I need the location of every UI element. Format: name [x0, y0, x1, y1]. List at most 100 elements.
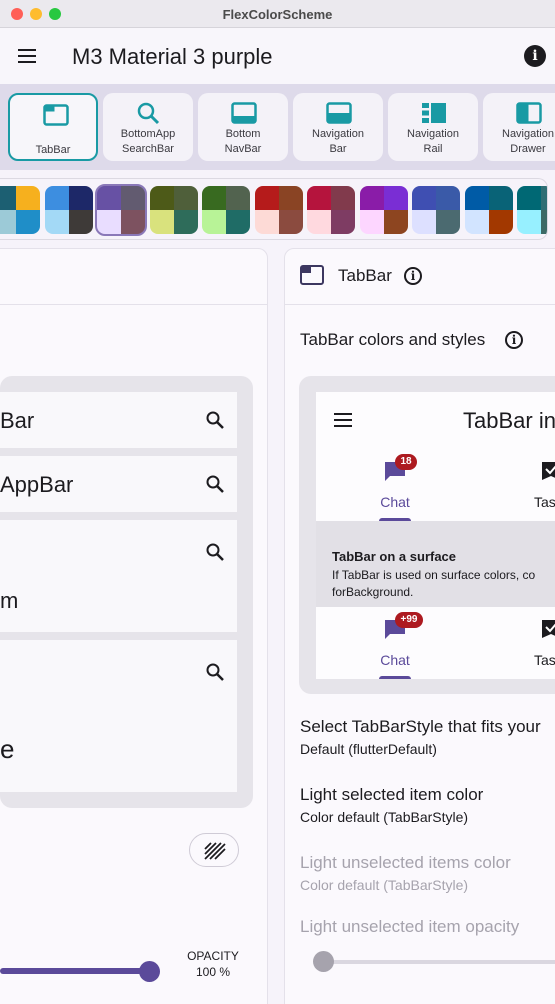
swatch-color-quadrant — [331, 210, 355, 234]
swatch-color-quadrant — [541, 210, 547, 234]
search-icon[interactable] — [205, 474, 225, 494]
swatch-color-quadrant — [121, 210, 145, 234]
theme-swatch[interactable] — [0, 186, 40, 234]
search-icon[interactable] — [205, 662, 225, 682]
tabbar-icon — [300, 265, 324, 285]
tab-tasks[interactable]: Tas — [524, 610, 555, 679]
swatch-color-quadrant — [359, 210, 384, 234]
swatch-color-quadrant — [359, 186, 384, 210]
tab-indicator — [379, 676, 411, 679]
info-icon[interactable]: i — [404, 267, 422, 285]
panel-button-navigation-drawer[interactable]: Navigation Drawer — [483, 93, 555, 161]
theme-swatch[interactable] — [359, 186, 408, 234]
swatch-color-quadrant — [0, 210, 16, 234]
swatch-color-quadrant — [307, 210, 331, 234]
panel-button-bottomapp-searchbar[interactable]: BottomApp SearchBar — [103, 93, 193, 161]
setting-unselected-items-color: Light unselected items color Color defau… — [300, 853, 511, 893]
swatch-color-quadrant — [412, 186, 436, 210]
tab-label: Chat — [380, 494, 410, 510]
theme-swatch[interactable] — [464, 186, 513, 234]
info-icon[interactable]: i — [524, 45, 546, 67]
surface-description-line: forBackground. — [332, 585, 414, 599]
search-icon[interactable] — [205, 542, 225, 562]
panel-button-navigation-bar[interactable]: Navigation Bar — [293, 93, 383, 161]
menu-icon[interactable] — [16, 44, 40, 68]
search-bar-medium[interactable]: m — [0, 520, 237, 632]
swatch-color-quadrant — [202, 210, 226, 234]
unselected-opacity-slider-thumb — [313, 951, 334, 972]
swatch-color-quadrant — [202, 186, 226, 210]
search-bar-large[interactable]: e — [0, 640, 237, 792]
search-bar-preview-frame: Bar AppBar m e — [0, 376, 253, 808]
swatch-color-quadrant — [278, 186, 303, 210]
menu-icon[interactable] — [334, 413, 352, 427]
setting-selected-item-color[interactable]: Light selected item color Color default … — [300, 785, 483, 825]
theme-swatch[interactable] — [44, 186, 93, 234]
search-bar[interactable]: Bar — [0, 392, 237, 448]
surface-description-line: If TabBar is used on surface colors, co — [332, 568, 536, 582]
search-bar-title: m — [0, 588, 19, 613]
swatch-color-quadrant — [44, 210, 69, 234]
panel-button-bottom-navbar[interactable]: Bottom NavBar — [198, 93, 288, 161]
swatch-color-quadrant — [149, 210, 174, 234]
window-title: FlexColorScheme — [222, 7, 333, 22]
opacity-slider-track[interactable] — [0, 968, 150, 974]
swatch-color-quadrant — [517, 210, 541, 234]
setting-title: Light selected item color — [300, 785, 484, 804]
swatch-color-quadrant — [173, 186, 198, 210]
tab-tasks[interactable]: Tas — [524, 452, 555, 522]
swatch-color-quadrant — [541, 186, 547, 210]
panel-button-label: Bottom — [225, 128, 261, 140]
theme-swatch[interactable] — [95, 184, 147, 236]
stripes-icon — [204, 842, 226, 860]
theme-swatch[interactable] — [254, 186, 303, 234]
setting-tabbar-style[interactable]: Select TabBarStyle that fits your Defaul… — [300, 717, 541, 757]
tab-label: Chat — [380, 652, 410, 668]
swatch-color-quadrant — [68, 186, 93, 210]
info-icon[interactable]: i — [505, 331, 523, 349]
setting-value: Color default (TabBarStyle) — [300, 809, 469, 825]
tab-label: Tas — [534, 652, 555, 668]
tabbar-icon — [43, 104, 69, 126]
opacity-slider-thumb[interactable] — [139, 961, 160, 982]
tab-label: Tas — [534, 494, 555, 510]
task-icon — [542, 462, 555, 480]
texture-toggle-button[interactable] — [189, 833, 239, 867]
theme-swatch[interactable] — [202, 186, 250, 234]
panel-button-navigation-rail[interactable]: Navigation Rail — [388, 93, 478, 161]
swatch-color-quadrant — [383, 210, 408, 234]
navigation-rail-icon — [422, 103, 446, 123]
theme-swatch[interactable] — [307, 186, 355, 234]
search-bar[interactable]: AppBar — [0, 456, 237, 512]
chat-badge: +99 — [395, 612, 423, 628]
panel-button-label: Navigation — [502, 128, 554, 140]
theme-swatch[interactable] — [412, 186, 460, 234]
swatch-color-quadrant — [0, 186, 16, 210]
app-bar: M3 Material 3 purple i — [0, 28, 555, 84]
panel-button-label: Navigation — [407, 128, 459, 140]
tab-chat[interactable]: 18 Chat — [364, 452, 426, 522]
swatch-color-quadrant — [121, 186, 145, 210]
section-title: TabBar colors and styles — [300, 330, 486, 349]
swatch-color-quadrant — [464, 210, 489, 234]
opacity-label: OPACITY 100 % — [184, 948, 242, 980]
setting-unselected-item-opacity: Light unselected item opacity — [300, 917, 519, 937]
search-icon[interactable] — [205, 410, 225, 430]
panel-button-label: BottomApp — [120, 128, 176, 140]
swatch-color-quadrant — [173, 210, 198, 234]
swatch-color-quadrant — [16, 210, 40, 234]
theme-swatch[interactable] — [149, 186, 198, 234]
setting-value: Color default (TabBarStyle) — [300, 877, 469, 893]
surface-tabbar-section: TabBar on a surface If TabBar is used on… — [316, 521, 555, 607]
theme-swatch[interactable] — [517, 186, 547, 234]
tab-chat[interactable]: +99 Chat — [364, 610, 426, 679]
task-icon — [542, 620, 555, 638]
panel-selector-strip: TabBar BottomApp SearchBar Bottom NavBar… — [0, 84, 555, 170]
setting-title: Light unselected item opacity — [300, 917, 520, 936]
swatch-color-quadrant — [436, 210, 460, 234]
swatch-color-quadrant — [254, 186, 279, 210]
swatch-color-quadrant — [412, 210, 436, 234]
surface-heading: TabBar on a surface — [332, 549, 457, 564]
panel-button-tabbar[interactable]: TabBar — [8, 93, 98, 161]
swatch-color-quadrant — [488, 210, 513, 234]
